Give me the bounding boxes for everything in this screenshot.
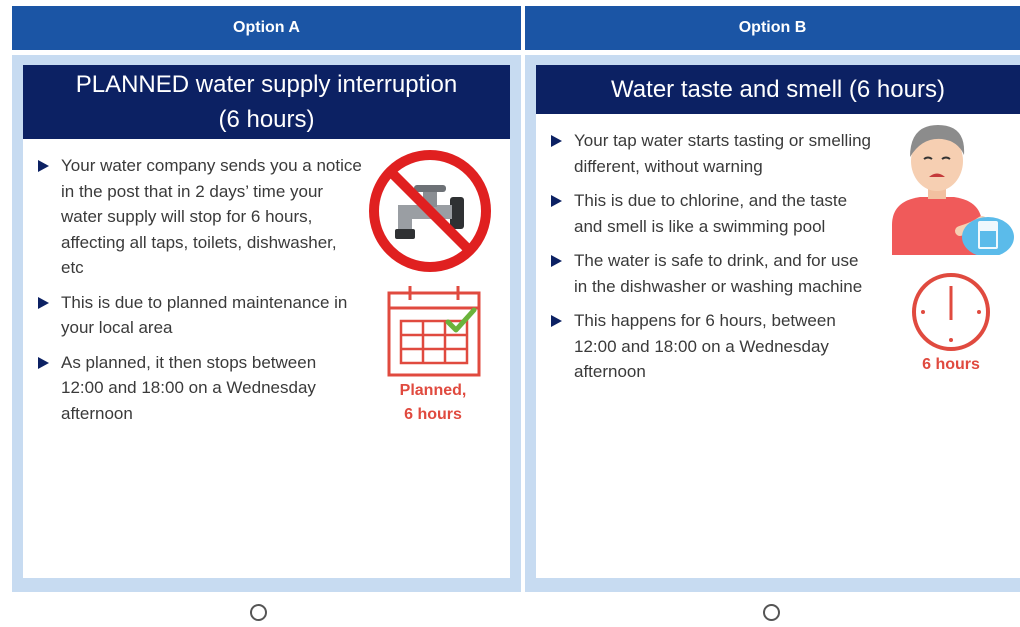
option-a-title-emphasis: PLANNED: [75, 71, 190, 98]
list-item: The water is safe to drink, and for use …: [536, 248, 876, 299]
icon-label-line2: 6 hours: [404, 406, 462, 423]
option-b-bullet-list: Your tap water starts tasting or smellin…: [536, 128, 876, 394]
option-a-title-rest: water supply interruption: [189, 71, 458, 98]
no-water-tap-icon: [369, 150, 491, 272]
bullet-triangle-icon: [38, 160, 49, 172]
option-b-radio[interactable]: [763, 604, 780, 621]
bullet-text: Your tap water starts tasting or smellin…: [574, 131, 872, 176]
clock-icon: [912, 273, 990, 351]
bullet-text: The water is safe to drink, and for use …: [574, 251, 863, 296]
bullet-triangle-icon: [551, 255, 562, 267]
list-item: Your water company sends you a notice in…: [23, 153, 363, 281]
bullet-text: This is due to planned maintenance in yo…: [61, 292, 348, 338]
list-item: Your tap water starts tasting or smellin…: [536, 128, 876, 179]
option-b-panel[interactable]: Water taste and smell (6 hours) Your tap…: [525, 55, 1020, 592]
option-a-icon-label: Planned, 6 hours: [383, 379, 483, 427]
option-a-title-line2: (6 hours): [218, 106, 315, 133]
bullet-text: Your water company sends you a notice in…: [61, 156, 362, 277]
bullet-triangle-icon: [551, 135, 562, 147]
bullet-triangle-icon: [38, 356, 49, 369]
option-b-card: Water taste and smell (6 hours) Your tap…: [536, 65, 1020, 578]
bullet-text: This happens for 6 hours, between 12:00 …: [574, 311, 836, 381]
option-a-title: PLANNED water supply interruption (6 hou…: [23, 65, 510, 139]
list-item: As planned, it then stops between 12:00 …: [23, 350, 363, 427]
list-item: This is due to chlorine, and the taste a…: [536, 188, 876, 239]
sad-person-with-water-glass-icon: [892, 125, 1014, 255]
option-a-radio[interactable]: [250, 604, 267, 621]
option-a-bullet-list: Your water company sends you a notice in…: [23, 153, 363, 435]
icon-label-line1: Planned,: [399, 382, 467, 399]
option-b-header: Option B: [525, 6, 1020, 50]
option-a-card: PLANNED water supply interruption (6 hou…: [23, 65, 510, 578]
option-b-title: Water taste and smell (6 hours): [536, 65, 1020, 114]
option-a-header: Option A: [12, 6, 521, 50]
bullet-text: As planned, it then stops between 12:00 …: [61, 352, 317, 423]
option-a-panel[interactable]: PLANNED water supply interruption (6 hou…: [12, 55, 521, 592]
list-item: This happens for 6 hours, between 12:00 …: [536, 308, 876, 385]
bullet-triangle-icon: [551, 315, 562, 327]
bullet-text: This is due to chlorine, and the taste a…: [574, 191, 848, 236]
bullet-triangle-icon: [38, 296, 49, 309]
calendar-check-icon: [387, 286, 481, 377]
option-b-icon-label: 6 hours: [922, 356, 980, 373]
bullet-triangle-icon: [551, 195, 562, 207]
list-item: This is due to planned maintenance in yo…: [23, 290, 363, 341]
